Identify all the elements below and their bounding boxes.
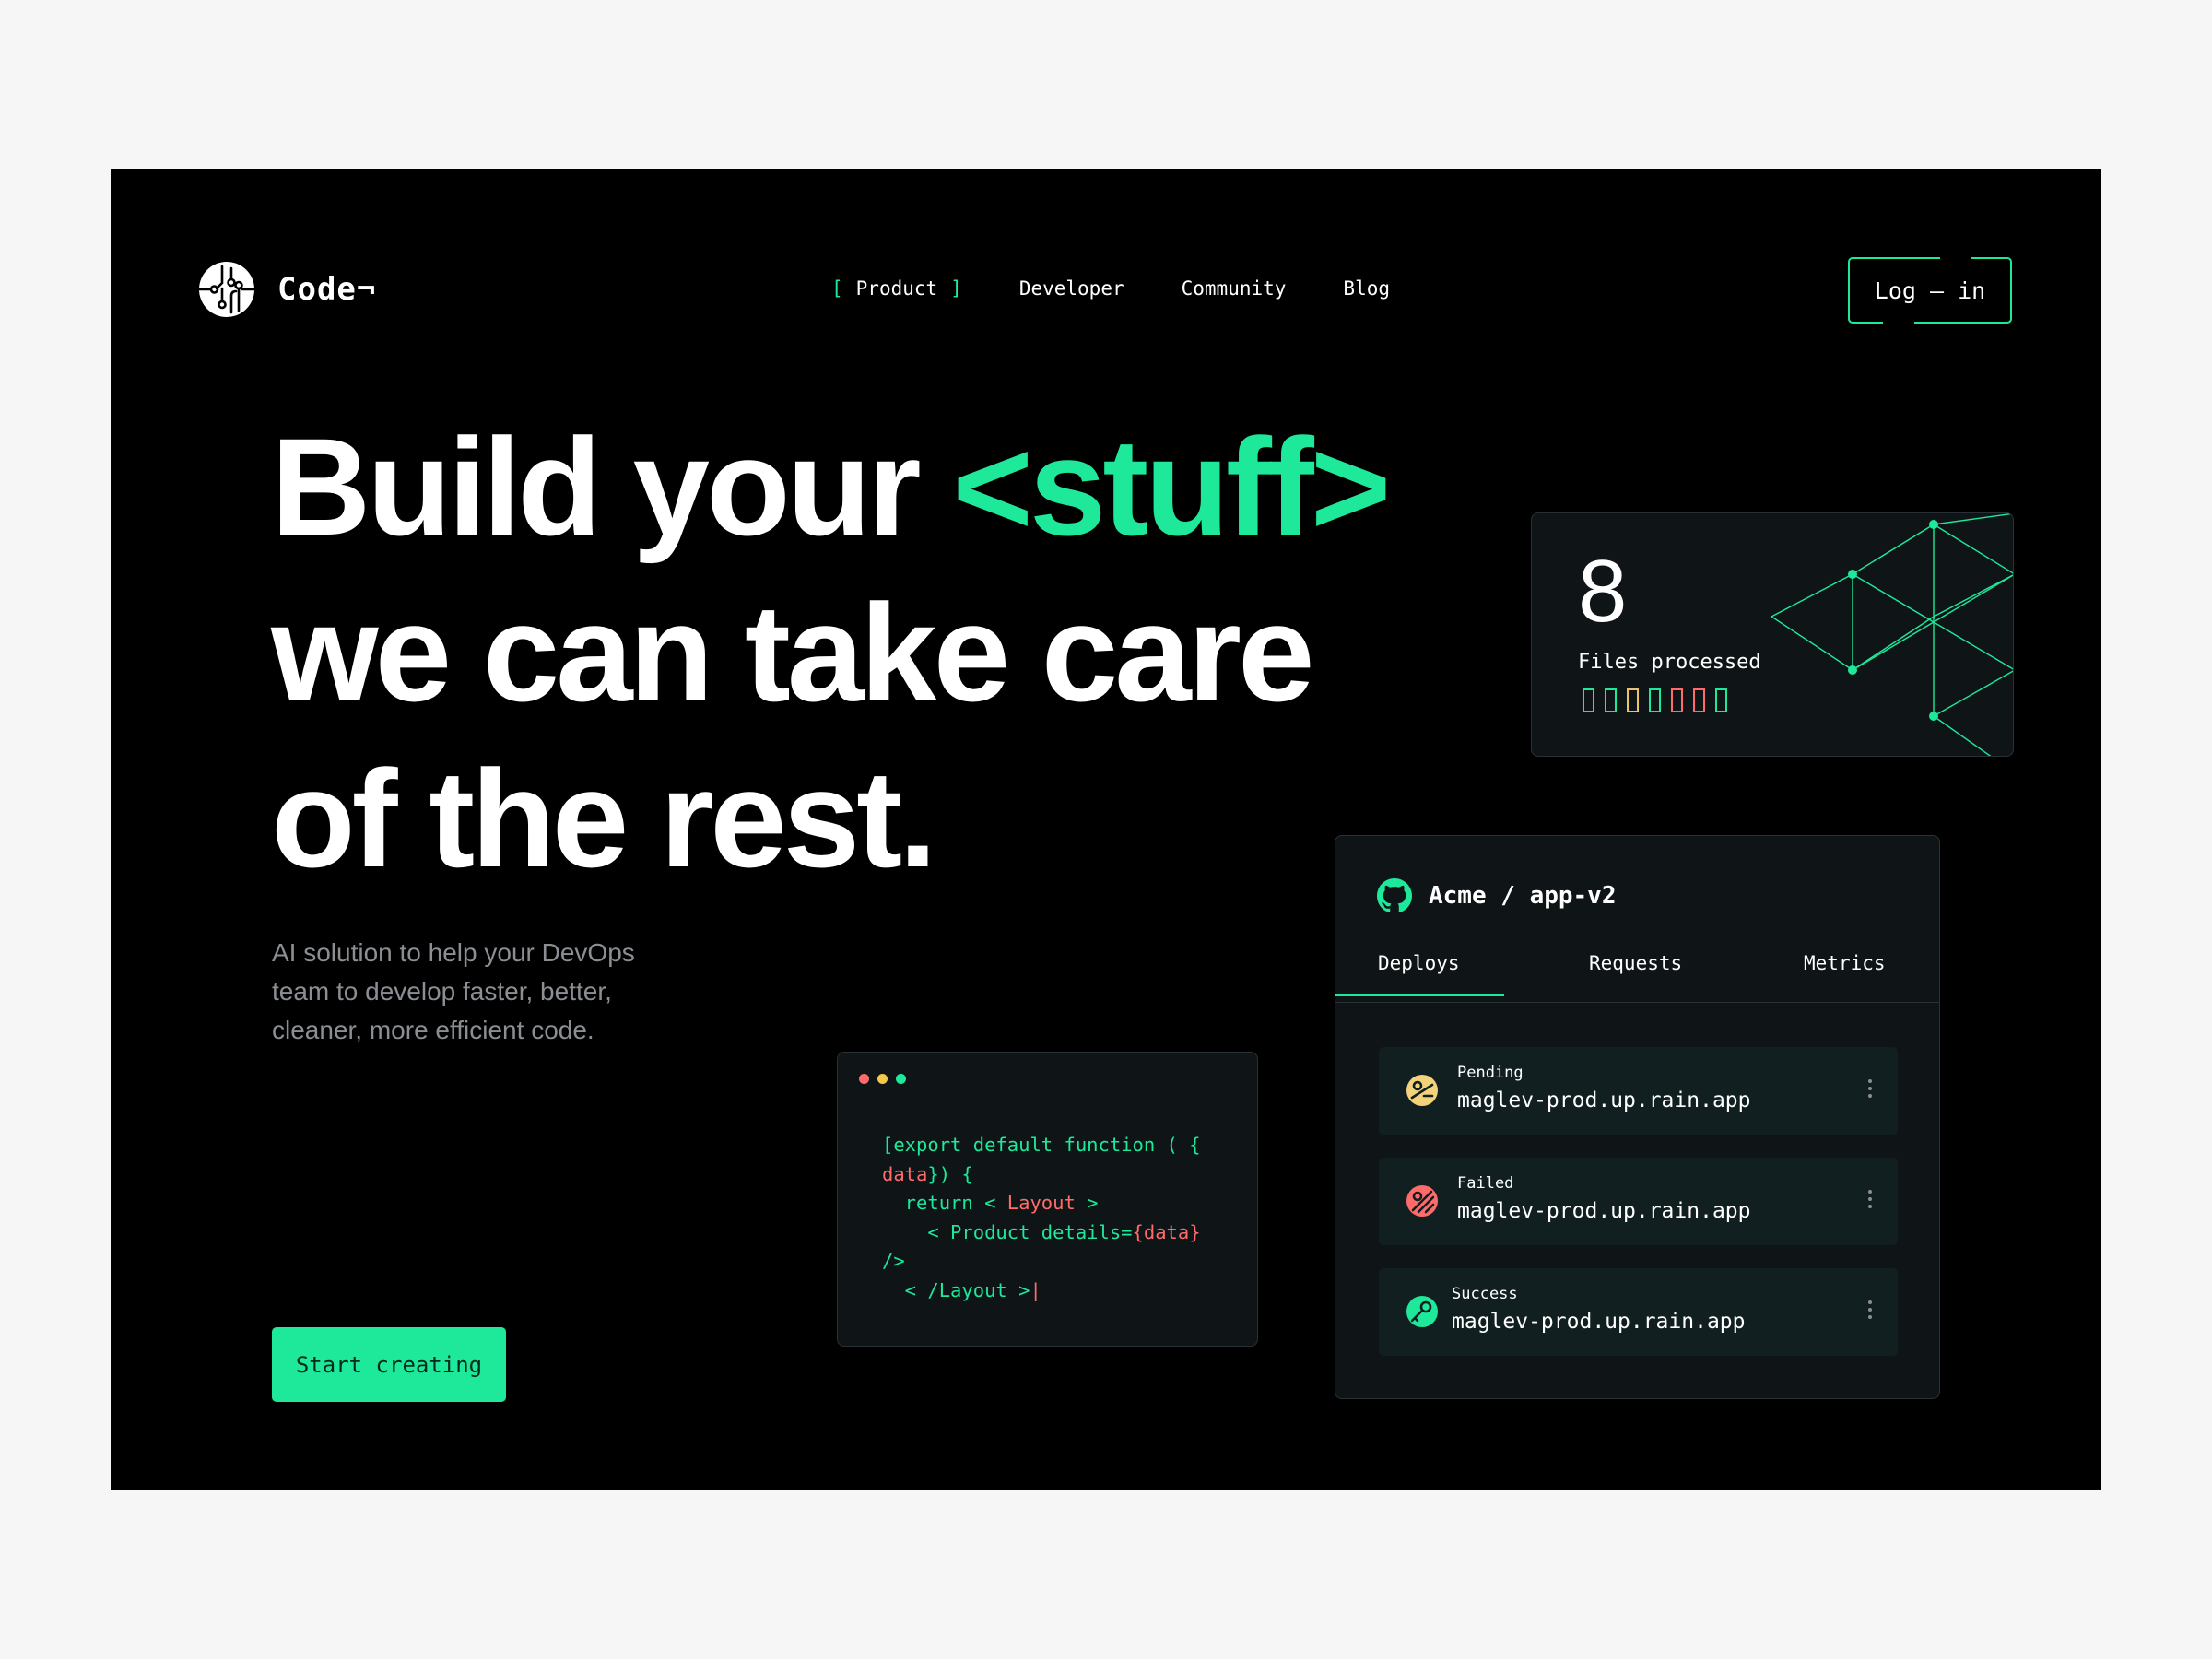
nav-item-community[interactable]: Community bbox=[1182, 277, 1287, 300]
more-options-icon[interactable] bbox=[1866, 1190, 1874, 1214]
hero-accent: <stuff> bbox=[952, 409, 1391, 564]
window-dot bbox=[877, 1074, 888, 1084]
nav-item-product[interactable]: [ Product ] bbox=[831, 277, 962, 300]
brand-logo[interactable]: Code¬ bbox=[198, 261, 376, 318]
code-block: [export default function ( { data}) { re… bbox=[882, 1131, 1201, 1305]
code-token: data bbox=[882, 1162, 928, 1185]
code-token: } bbox=[1189, 1220, 1201, 1243]
tab-requests[interactable]: Requests bbox=[1589, 952, 1682, 974]
hero-subtitle: AI solution to help your DevOps team to … bbox=[272, 938, 635, 1044]
start-creating-button[interactable]: Start creating bbox=[272, 1327, 506, 1402]
hero-line-3: of the rest. bbox=[271, 741, 937, 896]
deploy-host: maglev-prod.up.rain.app bbox=[1457, 1088, 1751, 1112]
code-line: /> bbox=[882, 1250, 905, 1272]
code-snippet-card: [export default function ( { data}) { re… bbox=[837, 1052, 1258, 1347]
code-token: data bbox=[1143, 1220, 1190, 1243]
repo-deploys-card: Acme / app-v2 Deploys Requests Metrics P… bbox=[1335, 835, 1940, 1399]
brand-name: Code¬ bbox=[277, 271, 377, 308]
nav-item-label: Product bbox=[855, 277, 938, 300]
window-controls bbox=[859, 1074, 914, 1084]
more-options-icon[interactable] bbox=[1866, 1300, 1874, 1324]
deploy-host: maglev-prod.up.rain.app bbox=[1452, 1310, 1746, 1334]
window-dot bbox=[859, 1074, 869, 1084]
failed-icon bbox=[1406, 1185, 1438, 1217]
hero-line-1: Build your <stuff> bbox=[271, 404, 1391, 570]
code-line: [export default function ( { bbox=[882, 1134, 1201, 1156]
code-token: < /Layout > bbox=[882, 1278, 1030, 1301]
more-options-icon[interactable] bbox=[1866, 1079, 1874, 1103]
hero-headline: Build your <stuff> we can take care of t… bbox=[271, 404, 1391, 901]
tab-metrics[interactable]: Metrics bbox=[1804, 952, 1886, 974]
code-token: Layout bbox=[1006, 1192, 1076, 1214]
code-token: < Product details= bbox=[882, 1220, 1133, 1243]
deploy-status: Success bbox=[1452, 1285, 1518, 1303]
network-graph-icon bbox=[1770, 513, 2013, 756]
window-dot bbox=[896, 1074, 906, 1084]
repo-title: Acme / app-v2 bbox=[1429, 882, 1617, 910]
nav-item-developer[interactable]: Developer bbox=[1019, 277, 1124, 300]
success-icon bbox=[1406, 1296, 1438, 1327]
tab-deploys[interactable]: Deploys bbox=[1335, 952, 1504, 996]
deploy-status: Pending bbox=[1457, 1064, 1524, 1082]
circuit-logo-icon bbox=[198, 262, 255, 317]
code-token: > bbox=[1075, 1192, 1099, 1214]
login-button[interactable]: Log – in bbox=[1848, 257, 2012, 324]
code-cursor: | bbox=[1030, 1278, 1041, 1301]
login-border-gap bbox=[1940, 255, 1971, 261]
pending-icon bbox=[1406, 1075, 1438, 1106]
hero-line-2: we can take care bbox=[271, 575, 1314, 730]
main-nav: [ Product ] Developer Community Blog bbox=[831, 277, 1390, 300]
repo-tabs: Deploys Requests Metrics bbox=[1335, 952, 1939, 1003]
login-button-wrapper: Log – in bbox=[1848, 255, 2012, 325]
deploy-row[interactable]: Failed maglev-prod.up.rain.app bbox=[1379, 1158, 1898, 1245]
code-token: { bbox=[1132, 1220, 1144, 1243]
deploy-row[interactable]: Success maglev-prod.up.rain.app bbox=[1379, 1268, 1898, 1356]
deploy-status: Failed bbox=[1457, 1174, 1514, 1193]
deploy-row[interactable]: Pending maglev-prod.up.rain.app bbox=[1379, 1047, 1898, 1135]
nav-item-blog[interactable]: Blog bbox=[1343, 277, 1390, 300]
code-token: }) { bbox=[927, 1162, 973, 1185]
hero-text: Build your bbox=[271, 409, 953, 564]
files-processed-card: 8 Files processed bbox=[1531, 512, 2014, 757]
nav-bracket-left: [ bbox=[831, 277, 843, 300]
deploy-host: maglev-prod.up.rain.app bbox=[1457, 1199, 1751, 1223]
repo-header: Acme / app-v2 bbox=[1377, 878, 1617, 913]
login-border-gap bbox=[1883, 320, 1914, 325]
nav-bracket-right: ] bbox=[950, 277, 962, 300]
landing-page: Code¬ [ Product ] Developer Community Bl… bbox=[111, 169, 2101, 1490]
code-token: return < bbox=[882, 1192, 1007, 1214]
github-icon bbox=[1377, 878, 1412, 913]
